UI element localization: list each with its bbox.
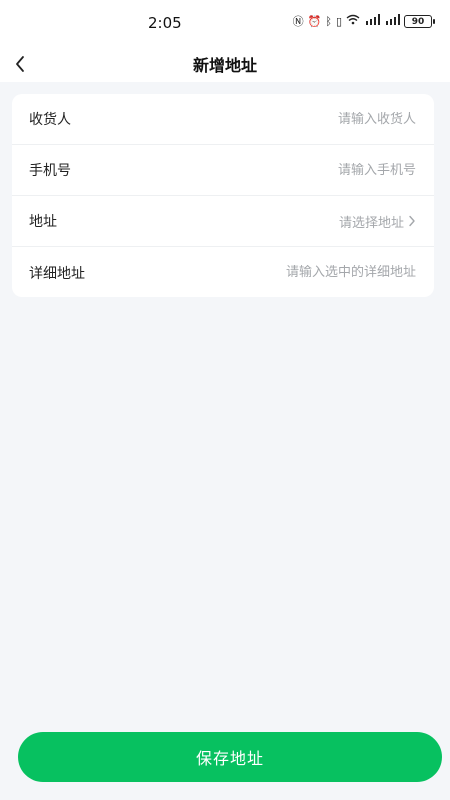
form-row-recipient[interactable]: 收货人 <box>12 94 434 145</box>
address-select-placeholder: 请选择地址 <box>338 215 404 231</box>
status-bar: 2:05 Ⓝ ⏰ ᛒ ▯ 90 <box>0 0 450 46</box>
vibrate-icon: ▯ <box>335 14 342 28</box>
form-row-phone[interactable]: 手机号 <box>12 145 434 196</box>
save-address-button[interactable]: 保存地址 <box>18 732 442 782</box>
detail-address-input[interactable] <box>186 265 416 280</box>
phone-input[interactable] <box>186 162 416 178</box>
address-label: 地址 <box>29 214 57 230</box>
alarm-icon: ⏰ <box>307 14 322 28</box>
signal-4g-icon <box>364 14 380 29</box>
detail-address-label: 详细地址 <box>29 265 85 282</box>
form-row-detail-address[interactable]: 详细地址 <box>12 247 434 297</box>
signal-4g-icon <box>384 14 400 29</box>
address-form: 收货人 手机号 地址 请选择地址 详细地址 <box>12 94 434 297</box>
page-title: 新增地址 <box>192 56 257 75</box>
status-icons: Ⓝ ⏰ ᛒ ▯ 90 <box>292 14 435 29</box>
bluetooth-icon: ᛒ <box>325 14 332 28</box>
form-row-address[interactable]: 地址 请选择地址 <box>12 196 434 247</box>
battery-icon: 90 <box>404 15 435 28</box>
chevron-right-icon <box>408 215 416 227</box>
address-select[interactable]: 请选择地址 <box>339 212 416 231</box>
recipient-input[interactable] <box>186 111 416 127</box>
recipient-label: 收货人 <box>29 112 71 128</box>
phone-label: 手机号 <box>29 163 71 179</box>
status-time: 2:05 <box>148 14 182 32</box>
nav-bar: 新增地址 <box>0 46 450 82</box>
wifi-icon <box>346 14 360 29</box>
nfc-icon: Ⓝ <box>292 14 304 28</box>
